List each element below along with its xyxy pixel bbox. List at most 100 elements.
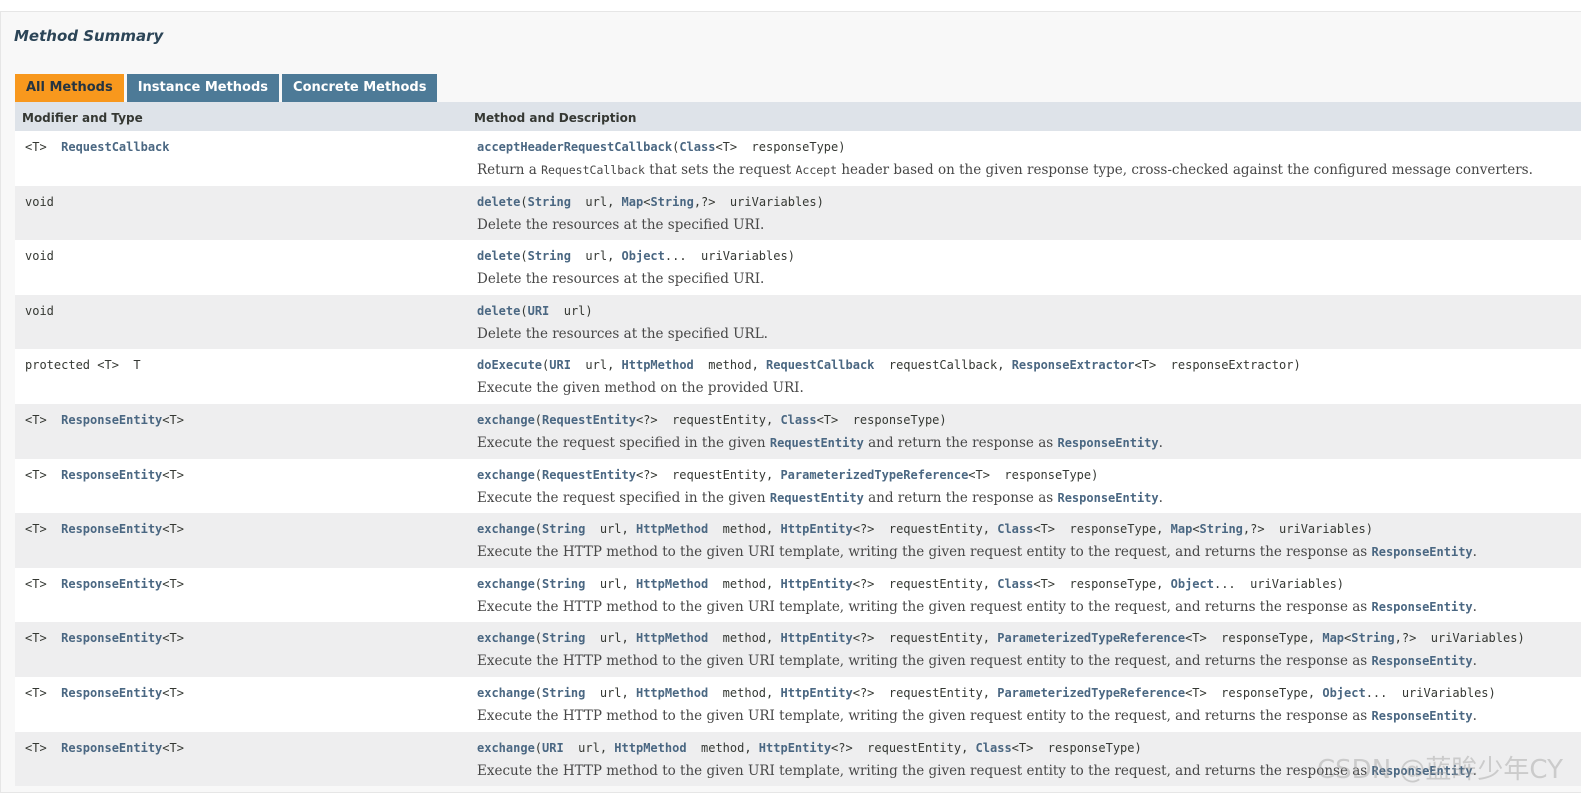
method-signature: delete(String url, Map<String,?> uriVari… — [477, 195, 824, 209]
type-link[interactable]: ResponseEntity — [61, 522, 162, 536]
type-link[interactable]: String — [528, 195, 571, 209]
type-link[interactable]: HttpEntity — [780, 577, 852, 591]
plain-text: ( — [520, 249, 528, 264]
type-link[interactable]: ResponseEntity — [1372, 545, 1473, 559]
type-link[interactable]: exchange — [477, 631, 535, 645]
type-link[interactable]: String — [528, 249, 571, 263]
type-link[interactable]: Class — [997, 577, 1033, 591]
method-signature: doExecute(URI url, HttpMethod method, Re… — [477, 358, 1301, 372]
type-link[interactable]: RequestCallback — [766, 358, 874, 372]
type-link[interactable]: ResponseEntity — [1372, 709, 1473, 723]
type-link[interactable]: exchange — [477, 522, 535, 536]
javadoc-page: Method Summary All Methods Instance Meth… — [0, 0, 1581, 800]
type-link[interactable]: URI — [528, 304, 550, 318]
type-link[interactable]: ResponseEntity — [1372, 764, 1473, 778]
type-link[interactable]: ResponseEntity — [61, 686, 162, 700]
type-link[interactable]: HttpMethod — [636, 577, 708, 591]
method-signature: exchange(String url, HttpMethod method, … — [477, 631, 1525, 645]
tab-all-methods[interactable]: All Methods — [15, 74, 124, 102]
type-link[interactable]: ResponseEntity — [1057, 436, 1158, 450]
type-link[interactable]: HttpMethod — [622, 358, 694, 372]
type-link[interactable]: String — [542, 631, 585, 645]
type-link[interactable]: HttpMethod — [614, 741, 686, 755]
plain-text: <T> — [25, 140, 62, 154]
type-link[interactable]: HttpMethod — [636, 686, 708, 700]
type-link[interactable]: RequestEntity — [542, 468, 636, 482]
plain-text: <T> responseType, — [1185, 631, 1323, 646]
plain-text: <T> — [162, 522, 184, 537]
type-link[interactable]: doExecute — [477, 358, 542, 372]
type-link[interactable]: ResponseEntity — [61, 468, 162, 482]
type-link[interactable]: ResponseEntity — [1372, 600, 1473, 614]
type-link[interactable]: HttpEntity — [759, 741, 831, 755]
type-link[interactable]: ParameterizedTypeReference — [780, 468, 968, 482]
tab-instance-methods[interactable]: Instance Methods — [126, 74, 280, 102]
type-link[interactable]: RequestEntity — [542, 413, 636, 427]
table-row: <T> ResponseEntity<T> exchange(RequestEnt… — [15, 403, 1581, 459]
type-link[interactable]: RequestEntity — [770, 491, 864, 505]
plain-text: . — [1472, 653, 1477, 670]
type-link[interactable]: URI — [549, 358, 571, 372]
type-link[interactable]: exchange — [477, 413, 535, 427]
modifier-and-type: <T> ResponseEntity<T> — [25, 522, 184, 536]
type-link[interactable]: ParameterizedTypeReference — [997, 631, 1185, 645]
type-link[interactable]: HttpMethod — [636, 522, 708, 536]
plain-text: Execute the request specified in the giv… — [477, 489, 770, 506]
type-link[interactable]: Class — [997, 522, 1033, 536]
type-link[interactable]: HttpEntity — [780, 522, 852, 536]
type-link[interactable]: String — [1200, 522, 1243, 536]
type-link[interactable]: Class — [780, 413, 816, 427]
type-link[interactable]: ResponseEntity — [1372, 654, 1473, 668]
plain-text: url, — [570, 249, 622, 264]
type-link[interactable]: Map — [1322, 631, 1344, 645]
type-link[interactable]: ResponseEntity — [61, 631, 162, 645]
type-link[interactable]: ResponseEntity — [61, 741, 162, 755]
type-link[interactable]: String — [542, 686, 585, 700]
type-link[interactable]: Class — [679, 140, 715, 154]
type-link[interactable]: exchange — [477, 686, 535, 700]
type-link[interactable]: delete — [477, 195, 520, 209]
type-link[interactable]: String — [650, 195, 693, 209]
method-description: Return a RequestCallback that sets the r… — [477, 162, 1533, 178]
type-link[interactable]: HttpEntity — [780, 686, 852, 700]
type-link[interactable]: String — [542, 522, 585, 536]
type-link[interactable]: String — [1351, 631, 1394, 645]
plain-text: ... uriVariables) — [664, 249, 795, 264]
type-link[interactable]: exchange — [477, 468, 535, 482]
type-link[interactable]: Map — [622, 195, 644, 209]
code-text: Accept — [795, 163, 838, 177]
type-link[interactable]: ResponseEntity — [61, 577, 162, 591]
method-description: Execute the HTTP method to the given URI… — [477, 763, 1477, 779]
plain-text: <T> — [25, 576, 62, 591]
type-link[interactable]: RequestEntity — [770, 436, 864, 450]
type-link[interactable]: ResponseEntity — [61, 413, 162, 427]
table-row: <T> ResponseEntity<T> exchange(RequestEnt… — [15, 458, 1581, 514]
type-link[interactable]: HttpMethod — [636, 631, 708, 645]
type-link[interactable]: acceptHeaderRequestCallback — [477, 140, 672, 154]
type-link[interactable]: Class — [976, 741, 1012, 755]
type-link[interactable]: Object — [1171, 577, 1214, 591]
type-link[interactable]: Object — [1322, 686, 1365, 700]
plain-text: <T> — [25, 631, 62, 646]
type-link[interactable]: exchange — [477, 741, 535, 755]
plain-text: Execute the HTTP method to the given URI… — [477, 707, 1372, 724]
plain-text: <T> responseType) — [715, 140, 846, 154]
plain-text: <T> — [162, 685, 184, 700]
type-link[interactable]: RequestCallback — [61, 140, 169, 154]
table-row: <T> ResponseEntity<T> exchange(URI url, H… — [15, 731, 1581, 787]
plain-text: Execute the request specified in the giv… — [477, 434, 770, 451]
type-link[interactable]: ResponseEntity — [1057, 491, 1158, 505]
type-link[interactable]: ParameterizedTypeReference — [997, 686, 1185, 700]
type-link[interactable]: ResponseExtractor — [1012, 358, 1135, 372]
tab-concrete-methods[interactable]: Concrete Methods — [282, 74, 438, 102]
type-link[interactable]: String — [542, 577, 585, 591]
type-link[interactable]: HttpEntity — [780, 631, 852, 645]
type-link[interactable]: Object — [622, 249, 665, 263]
type-link[interactable]: URI — [542, 741, 564, 755]
plain-text: <T> — [162, 412, 184, 427]
type-link[interactable]: delete — [477, 249, 520, 263]
plain-text: <T> responseExtractor) — [1134, 358, 1301, 373]
type-link[interactable]: Map — [1171, 522, 1193, 536]
type-link[interactable]: exchange — [477, 577, 535, 591]
type-link[interactable]: delete — [477, 304, 520, 318]
